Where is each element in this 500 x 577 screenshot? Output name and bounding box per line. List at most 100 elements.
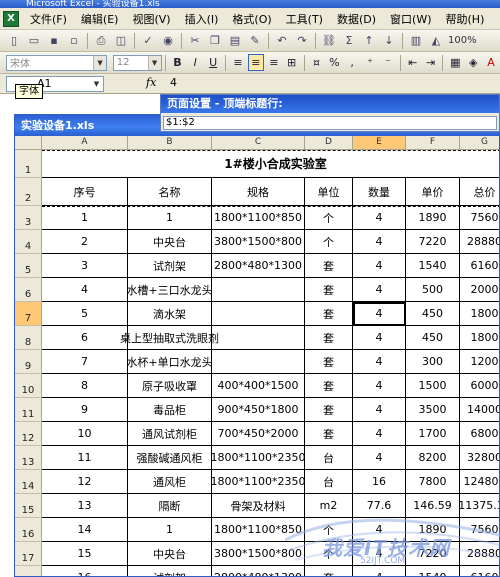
table-cell[interactable]: 400*400*1500 <box>212 374 305 398</box>
table-cell[interactable]: 中央台 <box>128 230 212 254</box>
align-left-icon[interactable]: ≡ <box>230 54 246 71</box>
table-cell[interactable]: 6 <box>42 326 128 350</box>
table-cell[interactable]: 28880 <box>460 542 499 566</box>
row-header[interactable]: 15 <box>15 494 42 518</box>
table-cell[interactable]: 6800 <box>460 422 499 446</box>
menu-data[interactable]: 数据(D) <box>330 11 383 27</box>
table-cell[interactable]: 1800 <box>460 302 499 326</box>
table-cell[interactable]: 500 <box>406 278 460 302</box>
table-cell[interactable]: 套 <box>305 566 353 576</box>
row-header[interactable]: 7 <box>15 302 42 326</box>
table-cell[interactable]: 124800 <box>460 470 499 494</box>
table-cell[interactable]: m2 <box>305 494 353 518</box>
row-header[interactable]: 14 <box>15 470 42 494</box>
table-cell[interactable]: 1800*1100*2350 <box>211 470 306 494</box>
table-cell[interactable]: 强酸碱通风柜 <box>128 446 212 470</box>
hyperlink-icon[interactable]: ⛓ <box>321 33 337 49</box>
table-cell[interactable]: 套 <box>305 350 353 374</box>
autosum-icon[interactable]: Σ <box>341 33 357 49</box>
table-cell[interactable]: 套 <box>305 422 353 446</box>
table-cell[interactable] <box>212 326 305 350</box>
increase-decimal-icon[interactable]: ⁺ <box>362 54 378 71</box>
row-header[interactable]: 10 <box>15 374 42 398</box>
table-cell[interactable]: 10 <box>42 422 128 446</box>
redo-icon[interactable]: ↷ <box>294 33 310 49</box>
align-center-icon[interactable]: ≡ <box>247 54 264 71</box>
align-right-icon[interactable]: ≡ <box>266 54 282 71</box>
table-cell[interactable]: 7800 <box>406 470 460 494</box>
table-cell[interactable]: 3 <box>42 254 128 278</box>
menu-insert[interactable]: 插入(I) <box>178 11 226 27</box>
table-cell[interactable]: 中央台 <box>128 542 212 566</box>
table-cell[interactable]: 11 <box>42 446 128 470</box>
row-header[interactable]: 12 <box>15 422 42 446</box>
table-cell[interactable]: 32800 <box>460 446 499 470</box>
menu-format[interactable]: 格式(O) <box>225 11 278 27</box>
menu-tools[interactable]: 工具(T) <box>279 11 330 27</box>
table-cell[interactable]: 5 <box>42 302 128 326</box>
table-cell[interactable]: 15 <box>42 542 128 566</box>
row-header[interactable]: 4 <box>15 230 42 254</box>
table-cell[interactable]: 水槽+三口水龙头 <box>126 278 213 302</box>
undo-icon[interactable]: ↶ <box>274 33 290 49</box>
decrease-indent-icon[interactable]: ⇤ <box>405 54 421 71</box>
table-cell[interactable]: 6000 <box>460 374 499 398</box>
column-header-a[interactable]: A <box>42 136 128 150</box>
table-cell[interactable]: 单位 <box>305 178 353 206</box>
table-cell[interactable]: 13 <box>42 494 128 518</box>
table-cell[interactable]: 1540 <box>406 566 460 576</box>
fill-color-icon[interactable]: ◈ <box>465 54 481 71</box>
chevron-down-icon[interactable]: ▼ <box>147 55 161 70</box>
table-cell[interactable]: 14000 <box>460 398 499 422</box>
table-cell[interactable]: 套 <box>305 326 353 350</box>
table-cell[interactable]: 1540 <box>406 254 460 278</box>
column-header-e[interactable]: E <box>353 136 406 150</box>
menu-view[interactable]: 视图(V) <box>125 11 177 27</box>
column-header-g[interactable]: G <box>460 136 499 150</box>
table-cell[interactable]: 1 <box>128 518 212 542</box>
table-cell[interactable]: 2800*480*1300 <box>212 566 305 576</box>
table-cell[interactable]: 7220 <box>406 230 460 254</box>
table-cell[interactable]: 4 <box>353 350 406 374</box>
table-cell[interactable]: 4 <box>353 278 406 302</box>
table-cell[interactable]: 名称 <box>128 178 212 206</box>
table-cell[interactable]: 水杯+单口水龙头 <box>126 350 213 374</box>
table-cell[interactable]: 4 <box>353 446 406 470</box>
permission-icon[interactable]: ▫ <box>66 33 82 49</box>
table-cell[interactable]: 4 <box>353 566 406 576</box>
chevron-down-icon[interactable]: ▼ <box>93 55 107 70</box>
table-cell[interactable]: 序号 <box>42 178 128 206</box>
drawing-icon[interactable]: ◭ <box>428 33 444 49</box>
save-icon[interactable]: ▪ <box>46 33 62 49</box>
table-cell[interactable]: 2000 <box>460 278 499 302</box>
table-cell[interactable]: 4 <box>353 326 406 350</box>
menu-window[interactable]: 窗口(W) <box>383 11 438 27</box>
table-cell[interactable]: 2800*480*1300 <box>212 254 305 278</box>
row-header[interactable]: 11 <box>15 398 42 422</box>
table-cell[interactable]: 1800*1100*850 <box>212 206 305 230</box>
column-header-d[interactable]: D <box>305 136 353 150</box>
table-cell[interactable]: 套 <box>305 398 353 422</box>
table-cell[interactable]: 7560 <box>460 206 499 230</box>
formula-input[interactable]: 4 <box>170 76 177 89</box>
table-cell[interactable]: 9 <box>42 398 128 422</box>
row-header[interactable]: 16 <box>15 518 42 542</box>
row-header[interactable]: 6 <box>15 278 42 302</box>
table-cell[interactable]: 台 <box>305 470 353 494</box>
table-cell[interactable]: 1 <box>128 206 212 230</box>
row-header[interactable]: 8 <box>15 326 42 350</box>
table-cell[interactable]: 试剂架 <box>128 566 212 576</box>
table-cell[interactable]: 4 <box>353 422 406 446</box>
table-cell[interactable]: 骨架及材料 <box>212 494 305 518</box>
table-cell[interactable]: 毒品柜 <box>128 398 212 422</box>
table-cell[interactable]: 14 <box>42 518 128 542</box>
table-cell[interactable]: 套 <box>305 374 353 398</box>
font-name-combo[interactable]: 宋体 ▼ <box>6 54 108 71</box>
chevron-down-icon[interactable]: ▼ <box>90 77 103 91</box>
table-cell[interactable]: 试剂架 <box>128 254 212 278</box>
table-cell[interactable]: 28880 <box>460 230 499 254</box>
table-cell[interactable]: 1800*1100*2350 <box>211 446 306 470</box>
merge-center-icon[interactable]: ⊞ <box>284 54 300 71</box>
table-cell[interactable]: 6160 <box>460 254 499 278</box>
format-painter-icon[interactable]: ✎ <box>247 33 263 49</box>
